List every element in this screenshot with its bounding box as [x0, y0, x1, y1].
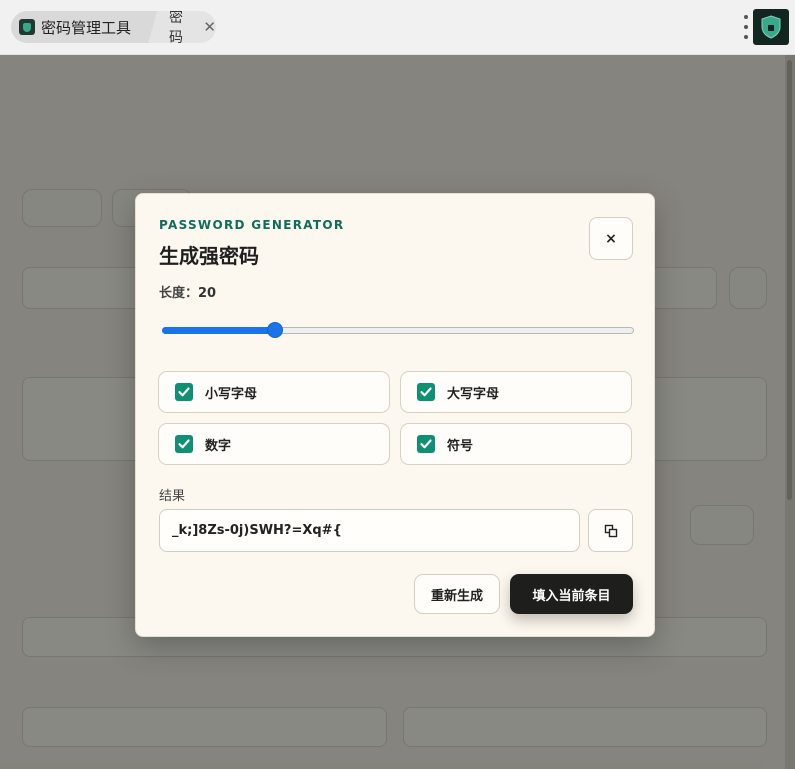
- tab-app-label: 密码管理工具: [41, 18, 132, 37]
- close-icon: ×: [605, 230, 617, 247]
- option-label: 符号: [447, 438, 474, 454]
- slider-fill: [162, 327, 276, 334]
- password-generator-dialog: PASSWORD GENERATOR 生成强密码 × 长度：20 小写字母 大写…: [135, 193, 655, 637]
- slider-thumb[interactable]: [267, 322, 284, 338]
- copy-button[interactable]: [588, 509, 633, 552]
- copy-icon: [604, 524, 617, 537]
- length-label-text: 长度：: [159, 286, 199, 301]
- option-symbols[interactable]: 符号: [400, 423, 632, 465]
- tab-current-label: 密码: [169, 11, 183, 43]
- regenerate-button[interactable]: 重新生成: [414, 574, 500, 614]
- checkbox-checked-icon[interactable]: [417, 435, 435, 453]
- option-label: 数字: [205, 438, 232, 454]
- length-value: 20: [198, 286, 217, 301]
- dialog-eyebrow: PASSWORD GENERATOR: [159, 218, 345, 232]
- checkbox-checked-icon[interactable]: [175, 383, 193, 401]
- tab-app[interactable]: 密码管理工具: [11, 11, 157, 43]
- option-label: 小写字母: [205, 386, 258, 402]
- length-label: 长度：20: [159, 282, 216, 301]
- option-label: 大写字母: [447, 386, 500, 402]
- length-slider[interactable]: [162, 322, 634, 338]
- tab-close-icon[interactable]: ✕: [203, 19, 216, 35]
- browser-top-bar: 密码管理工具 密码 ✕: [0, 0, 795, 55]
- checkbox-checked-icon[interactable]: [175, 435, 193, 453]
- result-label: 结果: [159, 489, 186, 504]
- dialog-title: 生成强密码: [159, 244, 259, 268]
- close-button[interactable]: ×: [589, 217, 633, 260]
- tab-strip: 密码管理工具 密码 ✕: [11, 11, 216, 43]
- fill-current-entry-button[interactable]: 填入当前条目: [510, 574, 633, 614]
- option-lowercase[interactable]: 小写字母: [158, 371, 390, 413]
- option-uppercase[interactable]: 大写字母: [400, 371, 632, 413]
- more-menu-icon[interactable]: [742, 15, 750, 39]
- app-logo-icon: [19, 19, 35, 35]
- checkbox-checked-icon[interactable]: [417, 383, 435, 401]
- extension-shield-icon[interactable]: [753, 9, 789, 45]
- result-password-field[interactable]: [159, 509, 580, 552]
- tab-current[interactable]: 密码 ✕: [159, 11, 216, 43]
- option-digits[interactable]: 数字: [158, 423, 390, 465]
